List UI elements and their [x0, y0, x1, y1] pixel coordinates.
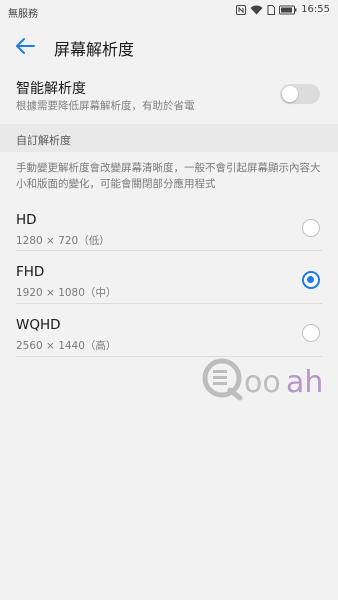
resolution-option-hd[interactable]: HD 1280 × 720（低） [0, 204, 338, 256]
clock: 16:55 [301, 4, 330, 15]
option-name: HD [16, 212, 37, 228]
option-detail: 1920 × 1080（中） [16, 287, 117, 299]
option-detail: 2560 × 1440（高） [16, 340, 117, 352]
nfc-icon [236, 4, 247, 15]
status-icons: 16:55 [236, 4, 330, 15]
qooah-watermark-logo: oo ah [202, 358, 323, 401]
svg-text:ah: ah [286, 365, 323, 400]
radio-button-fhd[interactable] [302, 271, 320, 289]
smart-resolution-toggle[interactable] [280, 84, 320, 104]
page-title: 屏幕解析度 [54, 40, 135, 59]
smart-resolution-description: 根據需要降低屏幕解析度，有助於省電 [16, 100, 195, 112]
carrier-label: 無服務 [8, 9, 38, 20]
wifi-icon [250, 5, 263, 14]
app-bar: 屏幕解析度 [0, 24, 338, 68]
divider [16, 250, 322, 251]
option-name: FHD [16, 264, 45, 280]
custom-resolution-description: 手動變更解析度會改變屏幕清晰度，一般不會引起屏幕顯示內容大小和版面的變化，可能會… [16, 162, 321, 190]
svg-text:oo: oo [244, 365, 281, 400]
smart-resolution-row[interactable]: 智能解析度 根據需要降低屏幕解析度，有助於省電 [0, 70, 338, 118]
custom-resolution-header: 自訂解析度 [0, 124, 338, 152]
smart-resolution-title: 智能解析度 [16, 81, 86, 97]
battery-icon [279, 5, 297, 14]
divider [16, 303, 322, 304]
status-bar: 無服務 16:55 [0, 0, 338, 24]
radio-button-wqhd[interactable] [302, 324, 320, 342]
section-title: 自訂解析度 [16, 134, 71, 147]
radio-button-hd[interactable] [302, 219, 320, 237]
arrow-left-icon [16, 38, 35, 54]
option-name: WQHD [16, 317, 61, 333]
toggle-knob [282, 86, 298, 102]
option-detail: 1280 × 720（低） [16, 235, 110, 247]
sim-icon [267, 4, 276, 15]
back-button[interactable] [10, 32, 40, 60]
resolution-option-fhd[interactable]: FHD 1920 × 1080（中） [0, 256, 338, 308]
